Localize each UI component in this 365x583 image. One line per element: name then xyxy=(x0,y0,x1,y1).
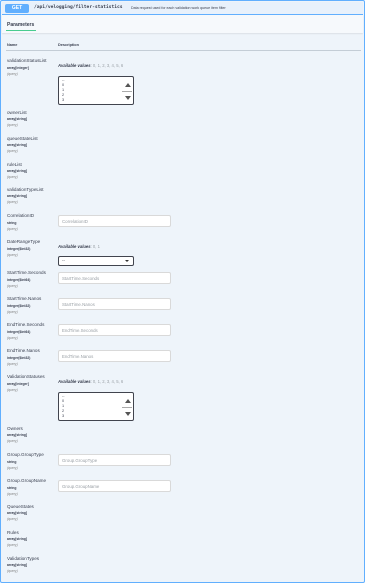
param-type: integer($int32) xyxy=(7,356,31,360)
scroll-down-icon[interactable] xyxy=(125,96,131,100)
param-location: (query) xyxy=(7,543,18,547)
chevron-down-icon xyxy=(125,260,129,262)
param-name: Rules xyxy=(7,530,19,535)
param-name: Group.GroupName xyxy=(7,478,47,483)
endpoint-path: /api/velogging/filter-statistics xyxy=(34,5,123,10)
available-values: Available values: 0, 1 xyxy=(58,244,100,249)
param-name: ownerList xyxy=(7,110,27,115)
param-location: (query) xyxy=(7,388,18,392)
header-divider xyxy=(6,50,361,51)
param-type: array[string] xyxy=(7,433,27,437)
scroll-up-icon[interactable] xyxy=(125,83,131,87)
param-type: array[string] xyxy=(7,117,27,121)
param-name: queueStateList xyxy=(7,136,38,141)
param-name: EndTime.Nanos xyxy=(7,348,40,353)
param-type: array[string] xyxy=(7,169,27,173)
param-type: string xyxy=(7,460,17,464)
operation-summary[interactable]: GET /api/velogging/filter-statistics Dat… xyxy=(2,2,363,15)
param-location: (query) xyxy=(7,123,18,127)
param-location: (query) xyxy=(7,253,18,257)
param-name: QueueStates xyxy=(7,504,34,509)
param-name: validationTypeList xyxy=(7,187,44,192)
param-name: DateRangeType xyxy=(7,239,41,244)
tab-active-indicator xyxy=(6,30,36,31)
correlation-id-input[interactable] xyxy=(58,215,171,227)
param-type: array[string] xyxy=(7,194,27,198)
get-operation-block: GET /api/velogging/filter-statistics Dat… xyxy=(0,0,365,583)
param-name: ValidationStatuses xyxy=(7,374,45,379)
param-type: array[string] xyxy=(7,511,27,515)
param-type: integer($int64) xyxy=(7,278,31,282)
param-name: CorrelationID xyxy=(7,213,35,218)
scroll-divider xyxy=(122,407,132,408)
column-header-name: Name xyxy=(7,43,18,47)
validation-status-multiselect[interactable]: -- 0 1 2 3 xyxy=(58,76,134,105)
scroll-down-icon[interactable] xyxy=(125,412,131,416)
http-method-badge: GET xyxy=(5,4,29,13)
param-type: array[string] xyxy=(7,143,27,147)
scroll-divider xyxy=(122,91,132,92)
param-location: (query) xyxy=(7,569,18,573)
param-type: array[integer] xyxy=(7,382,29,386)
param-name: Owners xyxy=(7,426,23,431)
group-type-input[interactable] xyxy=(58,454,171,466)
param-name: StartTime.Nanos xyxy=(7,296,42,301)
group-name-input[interactable] xyxy=(58,480,171,492)
end-time-seconds-input[interactable] xyxy=(58,324,171,336)
operation-description: Data request used for each validation wo… xyxy=(131,5,226,10)
param-name: StartTime.Seconds xyxy=(7,270,46,275)
param-name: validationStatusList xyxy=(7,58,47,63)
end-time-nanos-input[interactable] xyxy=(58,350,171,362)
tab-parameters[interactable]: Parameters xyxy=(7,22,34,28)
param-location: (query) xyxy=(7,72,18,76)
param-type: integer($int32) xyxy=(7,247,31,251)
scroll-up-icon[interactable] xyxy=(125,399,131,403)
start-time-seconds-input[interactable] xyxy=(58,272,171,284)
param-type: array[string] xyxy=(7,537,27,541)
select-option[interactable]: 1 xyxy=(62,404,64,408)
param-type: integer($int64) xyxy=(7,330,31,334)
param-location: (query) xyxy=(7,492,18,496)
param-name: ValidationTypes xyxy=(7,556,40,561)
param-name: Group.GroupType xyxy=(7,452,44,457)
parameters-header: Parameters xyxy=(2,15,363,33)
param-location: (query) xyxy=(7,362,18,366)
param-location: (query) xyxy=(7,284,18,288)
param-location: (query) xyxy=(7,336,18,340)
select-option[interactable]: -- xyxy=(62,394,65,398)
select-option[interactable]: -- xyxy=(62,78,65,82)
param-type: string xyxy=(7,486,17,490)
date-range-type-select[interactable]: -- xyxy=(58,256,134,266)
available-values: Available values: 0, 1, 2, 3, 4, 5, 6 xyxy=(58,63,124,68)
param-location: (query) xyxy=(7,466,18,470)
param-location: (query) xyxy=(7,175,18,179)
select-option[interactable]: 3 xyxy=(62,98,64,102)
param-type: array[integer] xyxy=(7,66,29,70)
param-location: (query) xyxy=(7,149,18,153)
available-values: Available values: 0, 1, 2, 3, 4, 5, 6 xyxy=(58,379,124,384)
param-type: string xyxy=(7,221,17,225)
param-location: (query) xyxy=(7,227,18,231)
param-location: (query) xyxy=(7,200,18,204)
select-value: -- xyxy=(62,258,65,263)
select-option[interactable]: 1 xyxy=(62,88,64,92)
param-type: integer($int32) xyxy=(7,304,31,308)
param-name: ruleList xyxy=(7,162,22,167)
column-header-description: Description xyxy=(58,43,79,47)
validation-statuses-multiselect[interactable]: -- 0 1 2 3 xyxy=(58,392,134,421)
select-option[interactable]: 2 xyxy=(62,409,64,413)
select-option[interactable]: 2 xyxy=(62,93,64,97)
param-location: (query) xyxy=(7,517,18,521)
start-time-nanos-input[interactable] xyxy=(58,298,171,310)
select-option[interactable]: 0 xyxy=(62,399,64,403)
param-type: array[string] xyxy=(7,563,27,567)
param-location: (query) xyxy=(7,310,18,314)
param-name: EndTime.Seconds xyxy=(7,322,45,327)
param-location: (query) xyxy=(7,439,18,443)
select-option[interactable]: 3 xyxy=(62,414,64,418)
select-option[interactable]: 0 xyxy=(62,83,64,87)
